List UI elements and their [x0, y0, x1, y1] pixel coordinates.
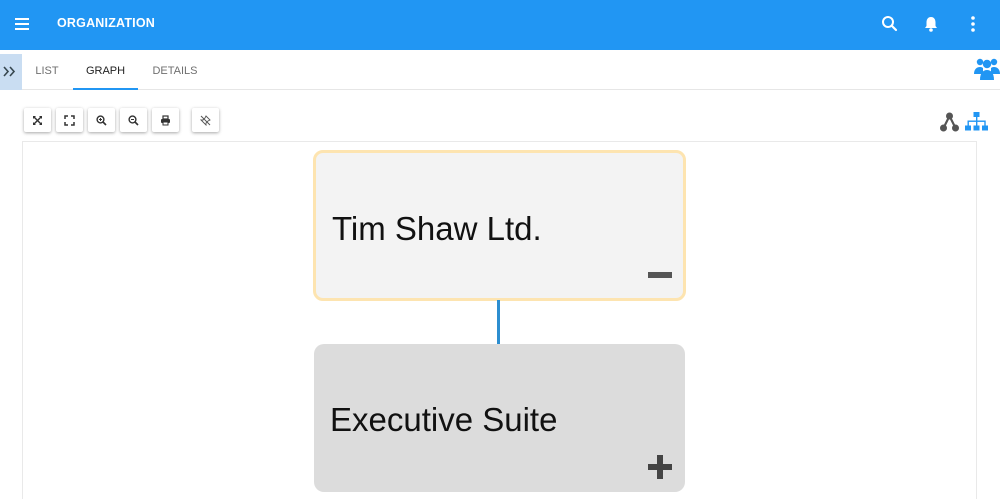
tab-details[interactable]: DETAILS [148, 54, 202, 90]
fullscreen-button[interactable] [56, 108, 83, 132]
node-label: Tim Shaw Ltd. [332, 210, 542, 247]
expand-plus-icon[interactable] [648, 455, 672, 479]
tab-graph[interactable]: GRAPH [73, 54, 138, 90]
collapse-minus-icon[interactable] [648, 272, 672, 279]
print-icon [161, 115, 170, 126]
layout-switcher [940, 112, 990, 132]
zoom-out-icon [128, 115, 139, 126]
pin-off-button[interactable] [192, 108, 219, 132]
hierarchy-layout-icon[interactable] [965, 112, 988, 132]
fullscreen-icon [64, 115, 75, 126]
more-vert-icon[interactable] [961, 12, 985, 36]
zoom-in-icon [96, 115, 107, 126]
org-node-child[interactable]: Executive Suite [314, 344, 685, 492]
node-label: Executive Suite [330, 401, 558, 438]
menu-icon[interactable] [12, 13, 34, 35]
tab-list[interactable]: LIST [31, 54, 63, 90]
tree-layout-icon[interactable] [940, 112, 959, 132]
page-title: ORGANIZATION [57, 16, 155, 30]
tab-bar: LIST GRAPH DETAILS [0, 54, 1000, 90]
app-header: ORGANIZATION [0, 0, 1000, 50]
bell-icon[interactable] [919, 12, 943, 36]
org-node-root[interactable]: Tim Shaw Ltd. [313, 150, 686, 301]
search-icon[interactable] [878, 12, 902, 36]
expand-arrows-button[interactable] [24, 108, 51, 132]
pin-off-icon [200, 115, 211, 126]
zoom-out-button[interactable] [120, 108, 147, 132]
expand-arrows-icon [33, 116, 42, 125]
print-button[interactable] [152, 108, 179, 132]
graph-connector [497, 300, 500, 344]
people-group-icon[interactable] [974, 54, 1000, 84]
zoom-in-button[interactable] [88, 108, 115, 132]
double-chevron-right-icon [3, 66, 16, 77]
sidebar-expand-button[interactable] [0, 54, 22, 90]
